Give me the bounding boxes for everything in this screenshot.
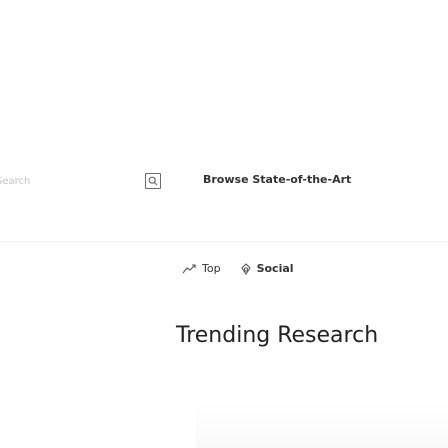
section-title: Trending Research (176, 323, 379, 348)
search-button[interactable] (145, 173, 161, 189)
search-input[interactable] (0, 170, 42, 192)
tab-social-label: Social (256, 262, 294, 275)
page: Browse State-of-the-Art Top Social Trend… (0, 0, 448, 448)
tabs: Top Social (182, 262, 294, 275)
browse-sota-link[interactable]: Browse State-of-the-Art (203, 173, 351, 186)
social-icon (240, 262, 251, 275)
tab-top-label: Top (202, 262, 221, 275)
content-panel (196, 400, 448, 448)
search-icon (148, 176, 158, 186)
tab-top[interactable]: Top (182, 262, 221, 275)
header-divider (0, 241, 448, 242)
trend-icon (182, 263, 196, 273)
tab-social[interactable]: Social (240, 262, 294, 275)
